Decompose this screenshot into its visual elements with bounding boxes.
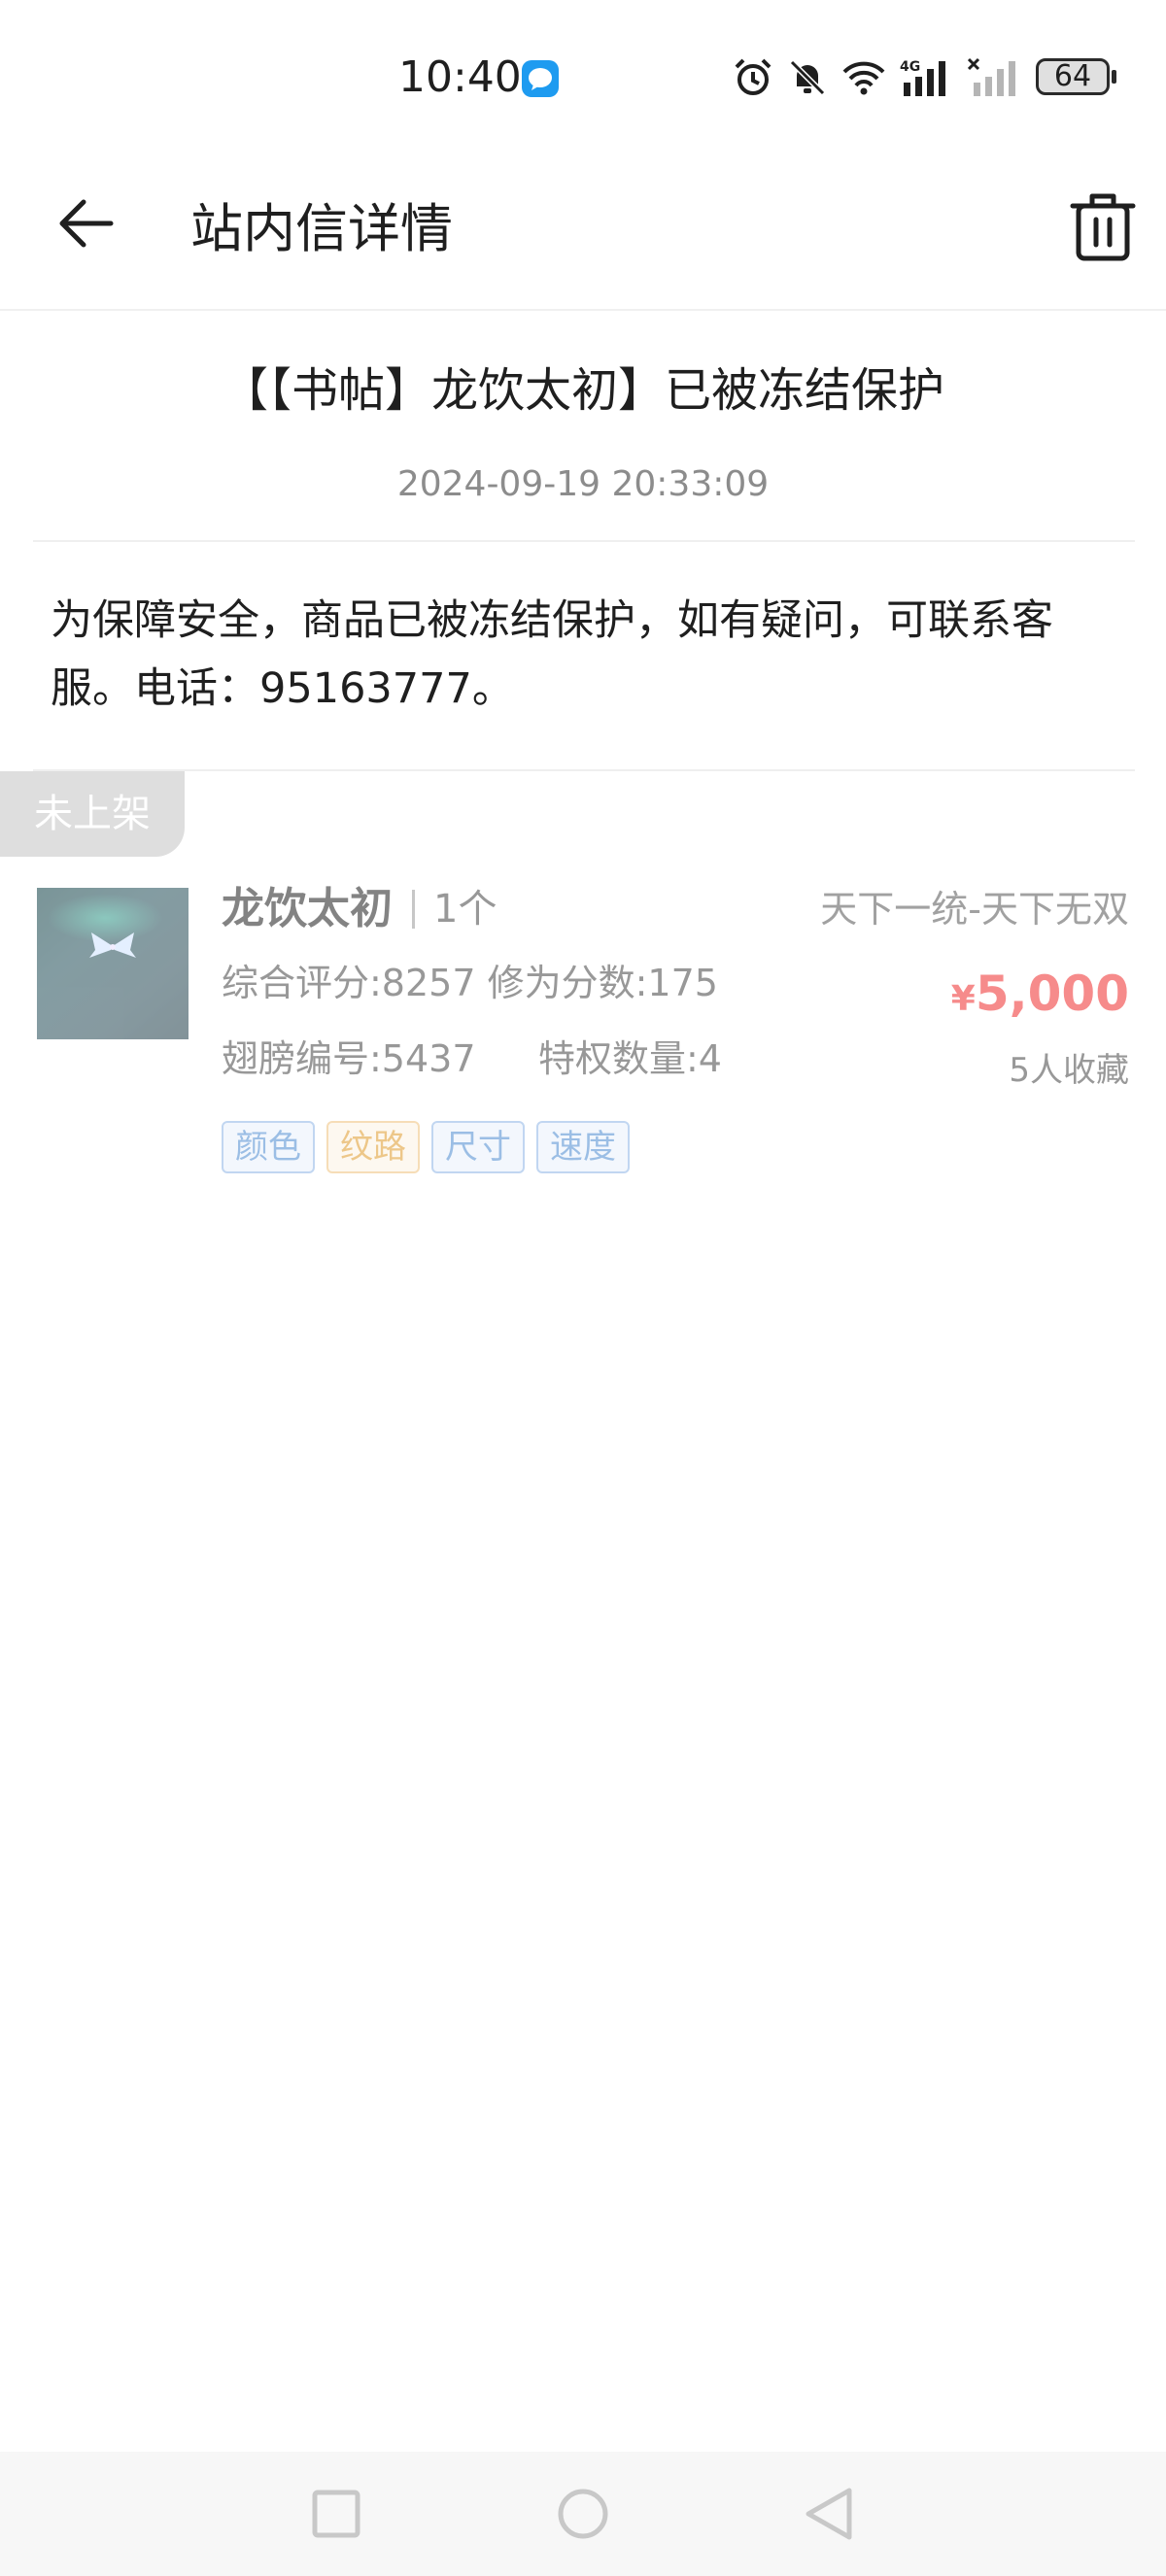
home-icon — [558, 2489, 608, 2539]
home-button[interactable] — [548, 2479, 618, 2549]
message-title: 【【书帖】龙饮太初】已被冻结保护 — [221, 363, 944, 418]
tag-texture: 纹路 — [326, 1121, 420, 1173]
delete-button[interactable] — [1067, 188, 1139, 266]
message-date: 2024-09-19 20:33:09 — [396, 464, 770, 504]
wifi-icon — [842, 61, 885, 95]
tag-size: 尺寸 — [431, 1121, 525, 1173]
price-value: 5,000 — [975, 966, 1129, 1022]
signal-4g-icon: 4G — [900, 59, 945, 96]
item-card[interactable]: 未上架 龙饮太初 1个 天下一统-天下无双 综合评分:8257 修为分数:175… — [0, 771, 1166, 1199]
alarm-icon — [735, 58, 772, 95]
tag-speed: 速度 — [536, 1121, 630, 1173]
app-bar: 站内信详情 — [0, 155, 1166, 311]
item-stat-score: 综合评分:8257 修为分数:175 — [222, 962, 718, 1004]
recent-apps-icon — [312, 2490, 360, 2538]
status-bar: 10:40 4G 64 — [0, 0, 1166, 155]
item-name: 龙饮太初 — [222, 884, 393, 933]
tag-color: 颜色 — [222, 1121, 315, 1173]
item-tags: 颜色 纹路 尺寸 速度 — [222, 1121, 630, 1173]
system-nav-bar — [0, 2452, 1166, 2576]
status-time: 10:40 — [398, 52, 522, 102]
signal-no-service-icon — [968, 57, 1015, 96]
wing-icon — [89, 932, 136, 958]
battery-tip — [1112, 70, 1116, 84]
message-body: 为保障安全，商品已被冻结保护，如有疑问，可联系客服。电话：95163777。 — [51, 596, 1053, 713]
item-favorites: 5人收藏 — [1009, 1051, 1129, 1090]
svg-text:4G: 4G — [900, 59, 920, 75]
item-server: 天下一统-天下无双 — [820, 888, 1129, 931]
separator — [412, 890, 415, 929]
back-nav-button[interactable] — [795, 2479, 865, 2549]
status-icons: 4G — [733, 54, 1022, 101]
chat-notification-icon — [522, 60, 559, 97]
back-icon — [806, 2488, 852, 2540]
battery-icon: 64 — [1036, 58, 1110, 95]
item-stat-wing: 翅膀编号:5437 — [222, 1037, 476, 1080]
trash-icon — [1070, 193, 1136, 261]
item-quantity: 1个 — [433, 887, 497, 932]
bell-off-icon — [789, 59, 826, 96]
recent-apps-button[interactable] — [301, 2479, 371, 2549]
item-stat-privilege: 特权数量:4 — [538, 1037, 722, 1080]
item-price: ¥5,000 — [951, 962, 1129, 1032]
back-button[interactable] — [51, 185, 128, 262]
back-arrow-icon — [59, 199, 114, 248]
currency-symbol: ¥ — [950, 979, 976, 1019]
divider — [33, 540, 1135, 542]
status-badge: 未上架 — [0, 771, 185, 857]
page-title: 站内信详情 — [190, 198, 453, 259]
item-thumbnail — [37, 888, 189, 1039]
